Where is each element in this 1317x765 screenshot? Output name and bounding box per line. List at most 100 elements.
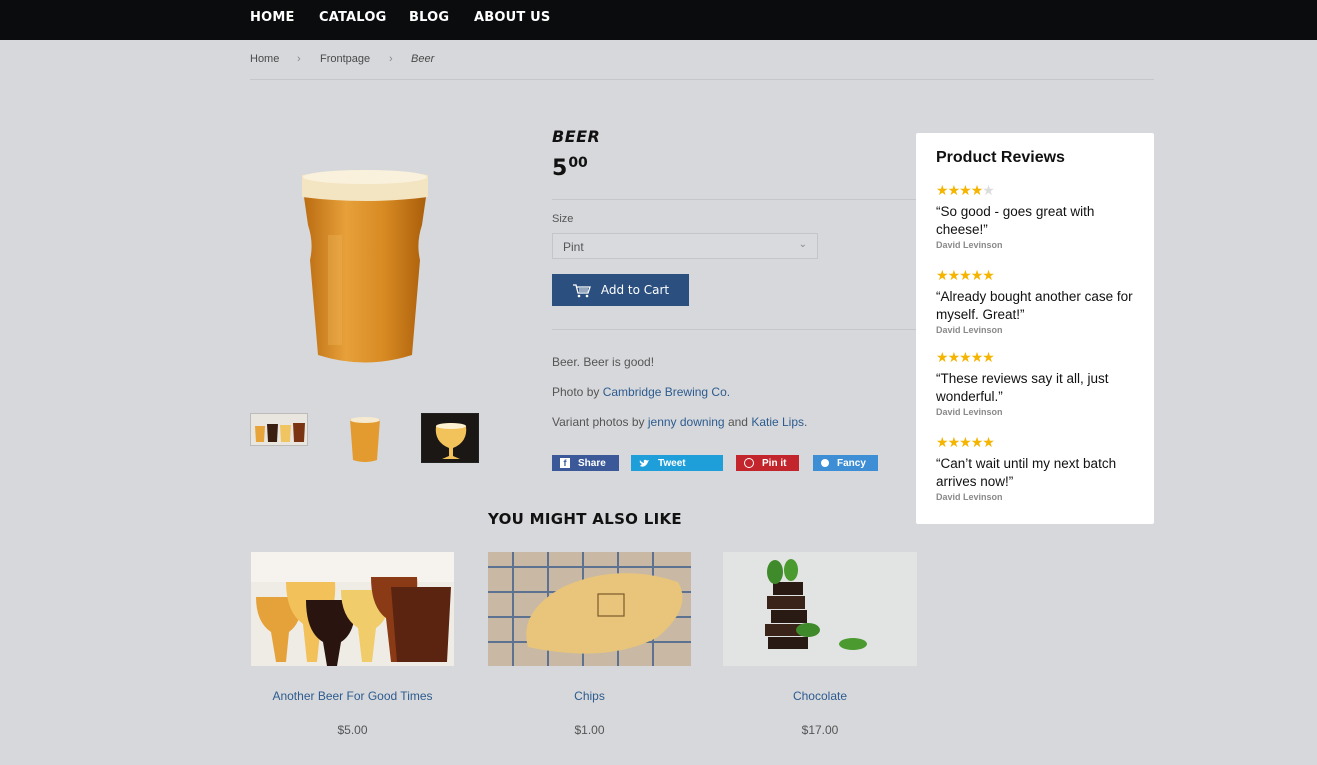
tweet-button[interactable]: Tweet: [631, 455, 723, 471]
star-icon: ★: [936, 267, 949, 283]
size-select[interactable]: Pint ⌄: [552, 233, 818, 259]
fancy-icon: [821, 459, 829, 467]
star-icon: ★: [982, 267, 995, 283]
related-image-chocolate[interactable]: [723, 552, 917, 666]
share-button[interactable]: f Share: [552, 455, 619, 471]
thumbnail-beer-flight-image: [251, 414, 307, 445]
facebook-icon: f: [560, 458, 570, 468]
related-name-chocolate[interactable]: Chocolate: [723, 689, 917, 703]
review-item: ★★★★★ “So good - goes great with cheese!…: [936, 183, 1136, 250]
photo-credit-line: Photo by Cambridge Brewing Co.: [552, 385, 730, 399]
breadcrumb-divider: [250, 79, 1154, 80]
share-label: Share: [578, 457, 606, 469]
variant-credit-and: and: [727, 415, 748, 429]
size-label: Size: [552, 213, 574, 225]
star-rating: ★★★★★: [936, 268, 1136, 282]
star-icon: ★: [970, 349, 984, 365]
star-icon: ★: [970, 267, 984, 283]
price-cents: 00: [568, 155, 588, 171]
star-icon: ★: [947, 349, 961, 365]
variant-credit-prefix: Variant photos by: [552, 415, 645, 429]
nav-home[interactable]: HOME: [250, 10, 295, 25]
nav-blog[interactable]: BLOG: [409, 10, 449, 25]
thumbnail-pint[interactable]: [335, 413, 393, 463]
breadcrumb-separator: ›: [297, 53, 301, 65]
product-main-image: [302, 170, 428, 363]
star-icon: ★: [959, 182, 972, 198]
reviews-title: Product Reviews: [936, 149, 1065, 166]
variant-credit-link-2[interactable]: Katie Lips: [751, 415, 804, 429]
star-icon: ★: [936, 182, 949, 198]
review-text: “Can’t wait until my next batch arrives …: [936, 456, 1117, 489]
product-price: 500: [552, 155, 588, 181]
review-author: David Levinson: [936, 240, 1003, 250]
review-item: ★★★★★ “These reviews say it all, just wo…: [936, 350, 1136, 417]
nav-about-us[interactable]: ABOUT US: [474, 10, 551, 25]
fancy-label: Fancy: [837, 457, 866, 469]
nav-catalog[interactable]: CATALOG: [319, 10, 386, 25]
chevron-down-icon: ⌄: [798, 239, 807, 250]
details-divider: [552, 329, 916, 330]
review-author: David Levinson: [936, 492, 1003, 502]
star-icon: ★: [982, 349, 995, 365]
top-navigation: HOME CATALOG BLOG ABOUT US: [0, 0, 1317, 40]
breadcrumb-current: Beer: [411, 53, 435, 65]
star-icon: ★: [936, 434, 949, 450]
related-name-chips[interactable]: Chips: [488, 689, 691, 703]
review-author: David Levinson: [936, 325, 1003, 335]
star-icon: ★: [947, 182, 961, 198]
review-author: David Levinson: [936, 407, 1003, 417]
variant-credit-link-1[interactable]: jenny downing: [648, 415, 725, 429]
price-divider: [552, 199, 916, 200]
star-rating: ★★★★★: [936, 350, 1136, 364]
star-icon: ★: [959, 267, 972, 283]
pinterest-icon: [744, 458, 754, 468]
photo-credit-prefix: Photo by: [552, 385, 600, 399]
star-empty-icon: ★: [982, 182, 995, 198]
star-icon: ★: [982, 434, 995, 450]
thumbnail-tulip-glass[interactable]: [421, 413, 479, 463]
star-icon: ★: [970, 434, 984, 450]
product-description: Beer. Beer is good!: [552, 355, 655, 369]
product-reviews-panel: Product Reviews ★★★★★ “So good - goes gr…: [916, 133, 1154, 524]
add-to-cart-button[interactable]: Add to Cart: [552, 274, 689, 306]
star-rating: ★★★★★: [936, 435, 1136, 449]
review-item: ★★★★★ “Can’t wait until my next batch ar…: [936, 435, 1136, 502]
twitter-icon: [639, 459, 649, 467]
review-item: ★★★★★ “Already bought another case for m…: [936, 268, 1136, 335]
size-select-value: Pint: [563, 240, 584, 254]
related-products-title: YOU MIGHT ALSO LIKE: [488, 510, 682, 528]
thumbnail-beer-flight[interactable]: [250, 413, 308, 446]
related-name-another-beer[interactable]: Another Beer For Good Times: [251, 689, 454, 703]
fancy-button[interactable]: Fancy: [813, 455, 878, 471]
add-to-cart-label: Add to Cart: [600, 283, 670, 297]
photo-credit-link[interactable]: Cambridge Brewing Co.: [603, 385, 730, 399]
related-price-chips: $1.00: [574, 723, 605, 737]
tweet-label: Tweet: [658, 457, 686, 469]
star-icon: ★: [936, 349, 949, 365]
breadcrumb-separator: ›: [389, 53, 393, 65]
star-icon: ★: [947, 267, 961, 283]
related-image-chips-graphic: [488, 552, 691, 666]
review-text: “These reviews say it all, just wonderfu…: [936, 371, 1109, 404]
thumbnail-tulip-glass-image: [422, 414, 478, 462]
star-icon: ★: [959, 434, 972, 450]
price-main: 5: [552, 156, 568, 181]
cart-icon: [572, 283, 591, 297]
breadcrumb-frontpage[interactable]: Frontpage: [320, 53, 370, 65]
thumbnail-pint-image: [350, 417, 380, 462]
review-text: “Already bought another case for myself.…: [936, 289, 1133, 322]
related-image-chocolate-graphic: [723, 552, 917, 666]
pin-it-button[interactable]: Pin it: [736, 455, 799, 471]
related-price-chocolate: $17.00: [801, 723, 839, 737]
related-image-another-beer-graphic: [251, 552, 454, 666]
breadcrumb-home[interactable]: Home: [250, 53, 279, 65]
related-image-chips[interactable]: [488, 552, 691, 666]
related-image-another-beer[interactable]: [251, 552, 454, 666]
star-icon: ★: [970, 182, 984, 198]
star-rating: ★★★★★: [936, 183, 1136, 197]
product-title: BEER: [552, 127, 601, 146]
pin-it-label: Pin it: [762, 457, 787, 469]
variant-credit-suffix: .: [804, 415, 808, 429]
variant-credit-line: Variant photos by jenny downing and Kati…: [552, 415, 807, 429]
